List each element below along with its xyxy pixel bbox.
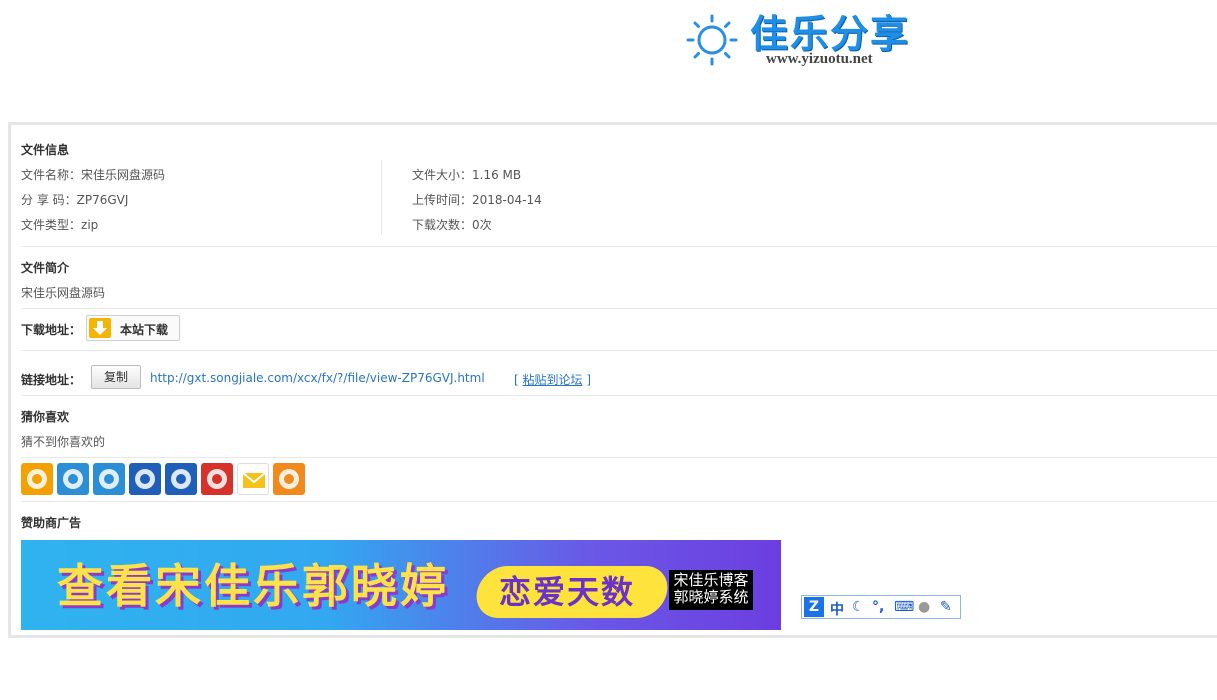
file-name-value: 宋佳乐网盘源码: [81, 168, 166, 182]
sponsor-banner[interactable]: 查看宋佳乐郭晓婷 恋爱天数 宋佳乐博客 郭晓婷系统: [21, 540, 781, 630]
pengyou-icon[interactable]: [57, 463, 89, 495]
copy-button[interactable]: 复制: [91, 365, 141, 389]
divider: [21, 246, 1217, 247]
upload-time-row: 上传时间：2018-04-14: [412, 191, 542, 208]
divider: [21, 308, 1217, 309]
logo-url: www.yizuotu.net: [766, 51, 873, 67]
netease-icon[interactable]: [201, 463, 233, 495]
file-panel: 文件信息 文件名称：宋佳乐网盘源码 分 享 码：ZP76GVJ 文件类型：zip…: [8, 122, 1217, 638]
file-type-value: zip: [81, 218, 99, 232]
file-type-label: 文件类型：: [21, 218, 82, 232]
local-download-button[interactable]: 本站下载: [86, 315, 180, 341]
ime-moon-icon[interactable]: ☾: [852, 599, 865, 615]
download-count-label: 下载次数：: [412, 218, 473, 232]
sun-icon: [686, 14, 738, 66]
download-label: 下载地址：: [21, 323, 82, 337]
tencent-weibo-icon[interactable]: [165, 463, 197, 495]
file-type-row: 文件类型：zip: [21, 216, 98, 233]
mail-icon[interactable]: [237, 463, 269, 495]
ad-headline: 查看宋佳乐郭晓婷: [57, 559, 449, 613]
ime-punct-icon[interactable]: °,: [872, 599, 884, 615]
file-name-row: 文件名称：宋佳乐网盘源码: [21, 166, 165, 183]
qq-icon[interactable]: [273, 463, 305, 495]
guess-heading: 猜你喜欢: [21, 410, 70, 424]
info-divider: [381, 160, 382, 235]
file-info-heading: 文件信息: [21, 143, 70, 157]
file-size-row: 文件大小：1.16 MB: [412, 166, 521, 183]
sponsor-heading: 赞助商广告: [21, 516, 82, 530]
site-logo[interactable]: 佳乐分享 www.yizuotu.net: [684, 8, 924, 70]
upload-time-label: 上传时间：: [412, 193, 473, 207]
paste-to-forum: [ 粘贴到论坛 ]: [514, 371, 591, 388]
qzone-icon[interactable]: [93, 463, 125, 495]
paste-to-forum-link[interactable]: 粘贴到论坛: [523, 373, 583, 387]
intro-heading: 文件简介: [21, 261, 70, 275]
ime-toolbar[interactable]: Z 中 ☾ °, ⌨ ● ✎: [801, 595, 961, 619]
share-code-value: ZP76GVJ: [76, 193, 129, 207]
file-name-label: 文件名称：: [21, 168, 82, 182]
ime-keyboard-icon[interactable]: ⌨: [894, 599, 914, 615]
link-label: 链接地址：: [21, 373, 82, 387]
ime-user-icon[interactable]: ●: [918, 599, 930, 615]
download-arrow-icon: [89, 318, 111, 338]
upload-time-value: 2018-04-14: [472, 193, 542, 207]
paste-open-bracket: [: [514, 373, 523, 387]
file-url-link[interactable]: http://gxt.songjiale.com/xcx/fx/?/file/v…: [150, 371, 485, 385]
weibo-icon[interactable]: [21, 463, 53, 495]
paste-close-bracket: ]: [582, 373, 592, 387]
file-size-label: 文件大小：: [412, 168, 473, 182]
download-count-row: 下载次数：0次: [412, 216, 492, 233]
divider: [21, 395, 1217, 396]
local-download-label: 本站下载: [120, 323, 169, 337]
divider: [21, 457, 1217, 458]
ad-box: 宋佳乐博客 郭晓婷系统: [669, 570, 753, 610]
guess-text: 猜不到你喜欢的: [21, 435, 106, 449]
download-count-value: 0次: [472, 218, 492, 232]
ime-settings-icon[interactable]: ✎: [940, 599, 952, 615]
intro-text: 宋佳乐网盘源码: [21, 286, 106, 300]
ime-lang-toggle[interactable]: 中: [830, 599, 844, 619]
ad-box-line1: 宋佳乐博客: [673, 571, 749, 589]
divider: [21, 501, 1217, 502]
share-code-label: 分 享 码：: [21, 193, 77, 207]
ad-pill-text: 恋爱天数: [499, 573, 636, 611]
ime-logo-icon[interactable]: Z: [804, 597, 824, 617]
ad-box-line2: 郭晓婷系统: [673, 588, 749, 606]
divider: [21, 350, 1217, 351]
renren-icon[interactable]: [129, 463, 161, 495]
share-code-row: 分 享 码：ZP76GVJ: [21, 191, 128, 208]
file-size-value: 1.16 MB: [472, 168, 522, 182]
